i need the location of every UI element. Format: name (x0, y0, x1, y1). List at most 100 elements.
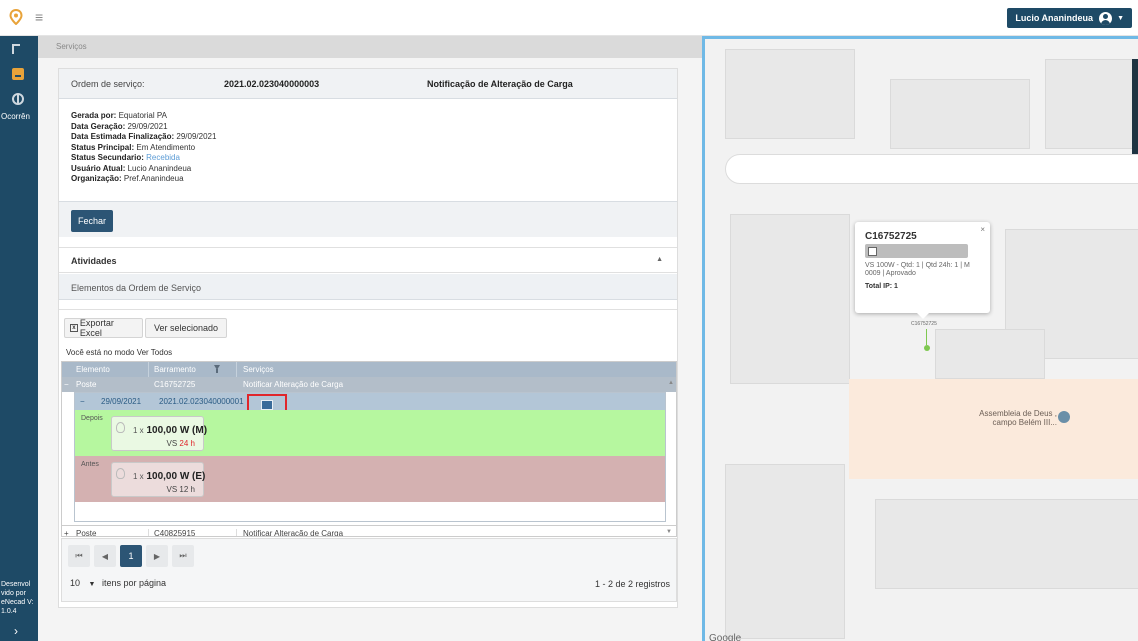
info-gerada-por: Gerada por: Equatorial PA (71, 111, 167, 120)
excel-icon: x (70, 324, 78, 332)
top-bar: ≡ Lucio Ananindeua ▼ (0, 0, 1138, 36)
lightbulb-icon (116, 468, 125, 479)
order-header: Ordem de serviço: 2021.02.023040000003 N… (59, 69, 677, 99)
export-excel-label: Exportar Excel (79, 318, 114, 338)
order-label: Ordem de serviço: (71, 79, 145, 89)
activities-header[interactable]: Atividades ▲ (59, 247, 677, 273)
page-1-button[interactable]: 1 (120, 545, 142, 567)
sidebar-item-ocorrencias[interactable]: Ocorrên (1, 112, 38, 121)
before-label: Antes (81, 461, 99, 468)
row-element: Poste (76, 529, 97, 537)
popup-total: Total IP: 1 (865, 283, 898, 290)
after-card: 1 x 100,00 W (M) VS 24 h (111, 416, 208, 451)
map-building (730, 214, 850, 384)
before-power: 1 x 100,00 W (E) (133, 471, 206, 482)
map-building (935, 329, 1045, 379)
column-divider (236, 362, 237, 377)
info-data-finalizacao: Data Estimada Finalização: 29/09/2021 (71, 132, 217, 141)
user-avatar-icon (1099, 11, 1113, 25)
scroll-up-icon[interactable]: ▲ (668, 380, 674, 386)
map[interactable]: × C16752725 VS 100W - Qtd: 1 | Qtd 24h: … (702, 36, 1138, 641)
info-organizacao: Organização: Pref.Ananindeua (71, 174, 184, 183)
map-marker-icon[interactable] (924, 345, 930, 351)
order-title: Notificação de Alteração de Carga (427, 79, 573, 89)
column-divider (148, 362, 149, 377)
column-elemento[interactable]: Elemento (76, 365, 110, 374)
collapse-detail-icon[interactable]: − (80, 397, 85, 406)
service-order-panel: Ordem de serviço: 2021.02.023040000003 N… (58, 68, 678, 608)
map-building (875, 499, 1138, 589)
chevron-down-icon: ▼ (88, 581, 96, 588)
location-logo-icon[interactable] (9, 9, 23, 25)
row-code: C16752725 (154, 380, 196, 389)
flag-icon[interactable] (12, 44, 20, 54)
close-icon[interactable]: × (980, 225, 985, 234)
detail-order-number: 2021.02.023040000001 (159, 397, 244, 406)
menu-icon[interactable]: ≡ (35, 10, 43, 24)
elements-grid: Elemento Barramento Serviços − Poste C16… (61, 361, 677, 537)
expand-sidebar-icon[interactable]: › (14, 624, 18, 638)
column-divider (148, 529, 149, 536)
before-type-hours: VS 12 h (166, 485, 195, 494)
column-barramento[interactable]: Barramento (154, 365, 196, 374)
breadcrumb-bar: Serviços (38, 36, 702, 58)
last-page-button[interactable]: ⏭ (172, 545, 194, 567)
prev-page-button[interactable]: ◀ (94, 545, 116, 567)
breadcrumb[interactable]: Serviços (56, 42, 87, 51)
version-footer: Desenvol vido por eNecad V: 1.0.4 (1, 581, 34, 615)
church-icon[interactable] (1058, 411, 1070, 423)
filter-icon[interactable] (214, 365, 220, 373)
detail-date: 29/09/2021 (101, 397, 142, 406)
map-building (725, 49, 855, 139)
column-divider (236, 529, 237, 536)
after-label: Depois (81, 415, 103, 422)
user-menu-button[interactable]: Lucio Ananindeua ▼ (1007, 8, 1132, 28)
order-number: 2021.02.023040000003 (224, 79, 320, 89)
row-service: Notificar Alteração de Carga (243, 529, 344, 537)
export-excel-button[interactable]: x Exportar Excel (64, 318, 143, 338)
info-status-secundario: Status Secundario: Recebida (71, 153, 180, 162)
first-page-button[interactable]: ⏮ (68, 545, 90, 567)
marker-stem (926, 329, 927, 345)
photo-icon[interactable] (865, 244, 968, 258)
collapse-row-icon[interactable]: − (64, 380, 69, 389)
grid-header: Elemento Barramento Serviços (62, 362, 676, 377)
elements-section: x Exportar Excel Ver selecionado Você es… (59, 309, 677, 605)
column-servicos[interactable]: Serviços (243, 365, 274, 374)
chevron-down-icon: ▼ (1117, 14, 1124, 22)
marker-label: C16752725 (911, 321, 937, 327)
map-road (725, 154, 1138, 184)
map-building (1045, 59, 1138, 149)
sidebar: Ocorrên Desenvol vido por eNecad V: 1.0.… (0, 36, 38, 641)
place-label: Assembleia de Deus , campo Belém III... (979, 409, 1057, 427)
next-page-button[interactable]: ▶ (146, 545, 168, 567)
clipboard-icon[interactable] (12, 68, 24, 80)
map-building (890, 79, 1030, 149)
after-power: 1 x 100,00 W (M) (133, 425, 208, 436)
lightbulb-icon (116, 422, 125, 433)
collapse-icon[interactable]: ▲ (656, 256, 663, 263)
detail-panel: − 29/09/2021 2021.02.023040000001 Depois… (74, 392, 666, 522)
table-row[interactable]: − Poste C16752725 Notificar Alteração de… (62, 377, 676, 392)
expand-row-icon[interactable]: + (64, 529, 69, 536)
view-selected-button[interactable]: Ver selecionado (145, 318, 227, 338)
map-popup: × C16752725 VS 100W - Qtd: 1 | Qtd 24h: … (855, 222, 990, 319)
after-section: Depois 1 x 100,00 W (M) VS 24 h (75, 410, 665, 456)
before-section: Antes 1 x 100,00 W (E) VS 12 h (75, 456, 665, 502)
close-button[interactable]: Fechar (71, 210, 113, 232)
elements-header[interactable]: Elementos da Ordem de Serviço (59, 274, 677, 300)
globe-icon[interactable] (12, 93, 24, 105)
order-info: Gerada por: Equatorial PA Data Geração: … (71, 111, 216, 185)
detail-header[interactable]: − 29/09/2021 2021.02.023040000001 (75, 393, 665, 410)
popup-title: C16752725 (865, 231, 917, 242)
page-size-select[interactable]: 10 ▼ itens por página (70, 578, 166, 588)
scroll-down-icon[interactable]: ▼ (666, 529, 672, 535)
row-service: Notificar Alteração de Carga (243, 380, 344, 389)
popup-details: VS 100W - Qtd: 1 | Qtd 24h: 1 | M 0009 |… (865, 262, 970, 277)
pagination: ⏮ ◀ 1 ▶ ⏭ 10 ▼ itens por página 1 - 2 de… (61, 538, 677, 602)
mode-text: Você está no modo Ver Todos (66, 348, 173, 357)
table-row[interactable]: + Poste C40825915 Notificar Alteração de… (62, 525, 676, 537)
after-type-hours: VS 24 h (166, 439, 195, 448)
map-building (725, 464, 845, 639)
order-footer: Fechar (59, 201, 677, 237)
